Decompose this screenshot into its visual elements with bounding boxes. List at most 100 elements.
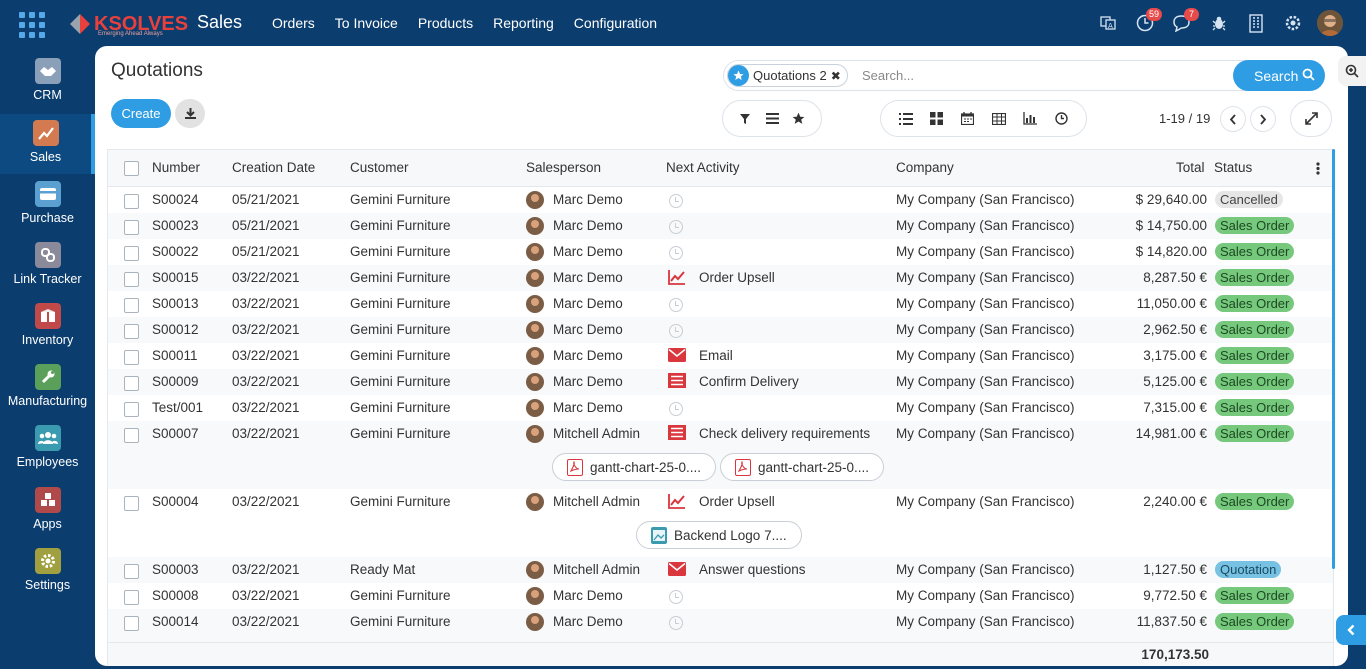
table-row[interactable]: S00012 03/22/2021 Gemini Furniture Marc Dem… [108, 317, 1333, 343]
sidebar-item-crm[interactable]: CRM [0, 52, 95, 112]
row-checkbox[interactable] [124, 220, 139, 235]
table-row[interactable]: S00014 03/22/2021 Gemini Furniture Marc Dem… [108, 609, 1333, 635]
table-row[interactable]: S00011 03/22/2021 Gemini Furniture Marc Dem… [108, 343, 1333, 369]
remove-facet-icon[interactable]: ✖ [831, 69, 841, 83]
list-view-icon[interactable] [890, 104, 921, 134]
email-envelope-icon[interactable] [668, 561, 686, 577]
task-list-icon[interactable] [668, 373, 686, 389]
sidebar-item-link-tracker[interactable]: Link Tracker [0, 236, 95, 296]
user-avatar[interactable] [1311, 10, 1348, 36]
debug-bug-icon[interactable] [1200, 10, 1237, 36]
table-row[interactable]: S00015 03/22/2021 Gemini Furniture Marc Dem… [108, 265, 1333, 291]
activity-clock-icon[interactable] [669, 324, 683, 338]
activity-clock-icon[interactable] [669, 220, 683, 234]
attachment-chip[interactable]: gantt-chart-25-0.... [720, 453, 885, 481]
menu-orders[interactable]: Orders [272, 15, 315, 31]
activity-clock-icon[interactable] [669, 298, 683, 312]
zoom-button[interactable] [1338, 56, 1366, 86]
download-button[interactable] [175, 99, 205, 128]
upsell-chart-icon[interactable] [668, 269, 686, 285]
activity-clock-icon[interactable]: 59 [1126, 8, 1163, 36]
menu-products[interactable]: Products [418, 15, 473, 31]
menu-reporting[interactable]: Reporting [493, 15, 554, 31]
upsell-chart-icon[interactable] [668, 493, 686, 509]
table-row[interactable]: S00013 03/22/2021 Gemini Furniture Marc Dem… [108, 291, 1333, 317]
app-launcher-icon[interactable] [19, 12, 45, 38]
optional-columns-icon[interactable] [1316, 162, 1320, 178]
sidebar-item-settings[interactable]: Settings [0, 542, 95, 602]
attachment-chip[interactable]: Backend Logo 7.... [636, 521, 802, 549]
activity-clock-icon[interactable] [669, 246, 683, 260]
collapse-panel-button[interactable] [1336, 615, 1366, 645]
row-checkbox[interactable] [124, 324, 139, 339]
attachment-chip[interactable]: gantt-chart-25-0.... [552, 453, 717, 481]
activity-clock-icon[interactable] [669, 590, 683, 604]
calendar-view-icon[interactable] [952, 104, 983, 134]
row-checkbox[interactable] [124, 564, 139, 579]
column-header-status[interactable]: Status [1214, 160, 1252, 175]
activity-view-icon[interactable] [1046, 104, 1077, 134]
row-checkbox[interactable] [124, 590, 139, 605]
pager-value[interactable]: 1-19 / 19 [1159, 111, 1210, 126]
table-row[interactable]: S00007 03/22/2021 Gemini Furniture Mitchell… [108, 421, 1333, 489]
activity-clock-icon[interactable] [669, 402, 683, 416]
pager-next-button[interactable] [1250, 106, 1276, 132]
language-icon[interactable]: A [1089, 10, 1126, 36]
app-title[interactable]: Sales [197, 12, 242, 33]
create-button[interactable]: Create [111, 99, 171, 128]
filter-icon[interactable] [732, 104, 759, 134]
table-row[interactable]: Test/001 03/22/2021 Gemini Furniture Marc D… [108, 395, 1333, 421]
company-logo[interactable]: KSOLVES Emerging Ahead Always [66, 9, 188, 39]
table-row[interactable]: S00022 05/21/2021 Gemini Furniture Marc Dem… [108, 239, 1333, 265]
sidebar-item-purchase[interactable]: Purchase [0, 175, 95, 235]
menu-to-invoice[interactable]: To Invoice [335, 15, 398, 31]
column-header-total[interactable]: Total [1176, 160, 1205, 175]
graph-view-icon[interactable] [1015, 104, 1046, 134]
row-checkbox[interactable] [124, 350, 139, 365]
row-checkbox[interactable] [124, 246, 139, 261]
sidebar-item-inventory[interactable]: Inventory [0, 297, 95, 357]
fullscreen-button[interactable] [1290, 100, 1332, 137]
column-header-company[interactable]: Company [896, 160, 954, 175]
search-button[interactable]: Search [1233, 60, 1325, 91]
email-envelope-icon[interactable] [668, 347, 686, 363]
pivot-view-icon[interactable] [984, 104, 1015, 134]
row-checkbox[interactable] [124, 298, 139, 313]
activity-clock-icon[interactable] [669, 616, 683, 630]
column-header-creation-date[interactable]: Creation Date [232, 160, 315, 175]
row-checkbox[interactable] [124, 272, 139, 287]
column-header-number[interactable]: Number [152, 160, 200, 175]
row-checkbox[interactable] [124, 194, 139, 209]
table-row[interactable]: S00003 03/22/2021 Ready Mat Mitchell Admin A… [108, 557, 1333, 583]
sidebar-item-manufacturing[interactable]: Manufacturing [0, 358, 95, 418]
settings-cog-icon[interactable] [1274, 10, 1311, 36]
search-facet[interactable]: Quotations 2 ✖ [727, 64, 848, 87]
sidebar-item-sales[interactable]: Sales [0, 114, 95, 174]
search-input[interactable] [862, 68, 1222, 83]
company-building-icon[interactable] [1237, 10, 1274, 36]
column-header-next-activity[interactable]: Next Activity [666, 160, 740, 175]
row-checkbox[interactable] [124, 428, 139, 443]
table-row[interactable]: S00024 05/21/2021 Gemini Furniture Marc Dem… [108, 187, 1333, 213]
table-row[interactable]: S00009 03/22/2021 Gemini Furniture Marc Dem… [108, 369, 1333, 395]
table-scrollbar[interactable] [1332, 149, 1335, 569]
row-checkbox[interactable] [124, 616, 139, 631]
table-row[interactable]: S00023 05/21/2021 Gemini Furniture Marc Dem… [108, 213, 1333, 239]
row-checkbox[interactable] [124, 376, 139, 391]
kanban-view-icon[interactable] [921, 104, 952, 134]
messages-icon[interactable]: 7 [1163, 8, 1200, 36]
table-row[interactable]: S00008 03/22/2021 Gemini Furniture Marc Dem… [108, 583, 1333, 609]
favorites-star-icon[interactable] [785, 104, 812, 134]
table-row[interactable] [108, 635, 1333, 642]
activity-clock-icon[interactable] [669, 194, 683, 208]
group-by-icon[interactable] [759, 104, 786, 134]
column-header-salesperson[interactable]: Salesperson [526, 160, 601, 175]
select-all-checkbox[interactable] [124, 161, 139, 176]
sidebar-item-apps[interactable]: Apps [0, 481, 95, 541]
task-list-icon[interactable] [668, 425, 686, 441]
row-checkbox[interactable] [124, 402, 139, 417]
sidebar-item-employees[interactable]: Employees [0, 419, 95, 479]
pager-previous-button[interactable] [1220, 106, 1246, 132]
column-header-customer[interactable]: Customer [350, 160, 409, 175]
row-checkbox[interactable] [124, 496, 139, 511]
